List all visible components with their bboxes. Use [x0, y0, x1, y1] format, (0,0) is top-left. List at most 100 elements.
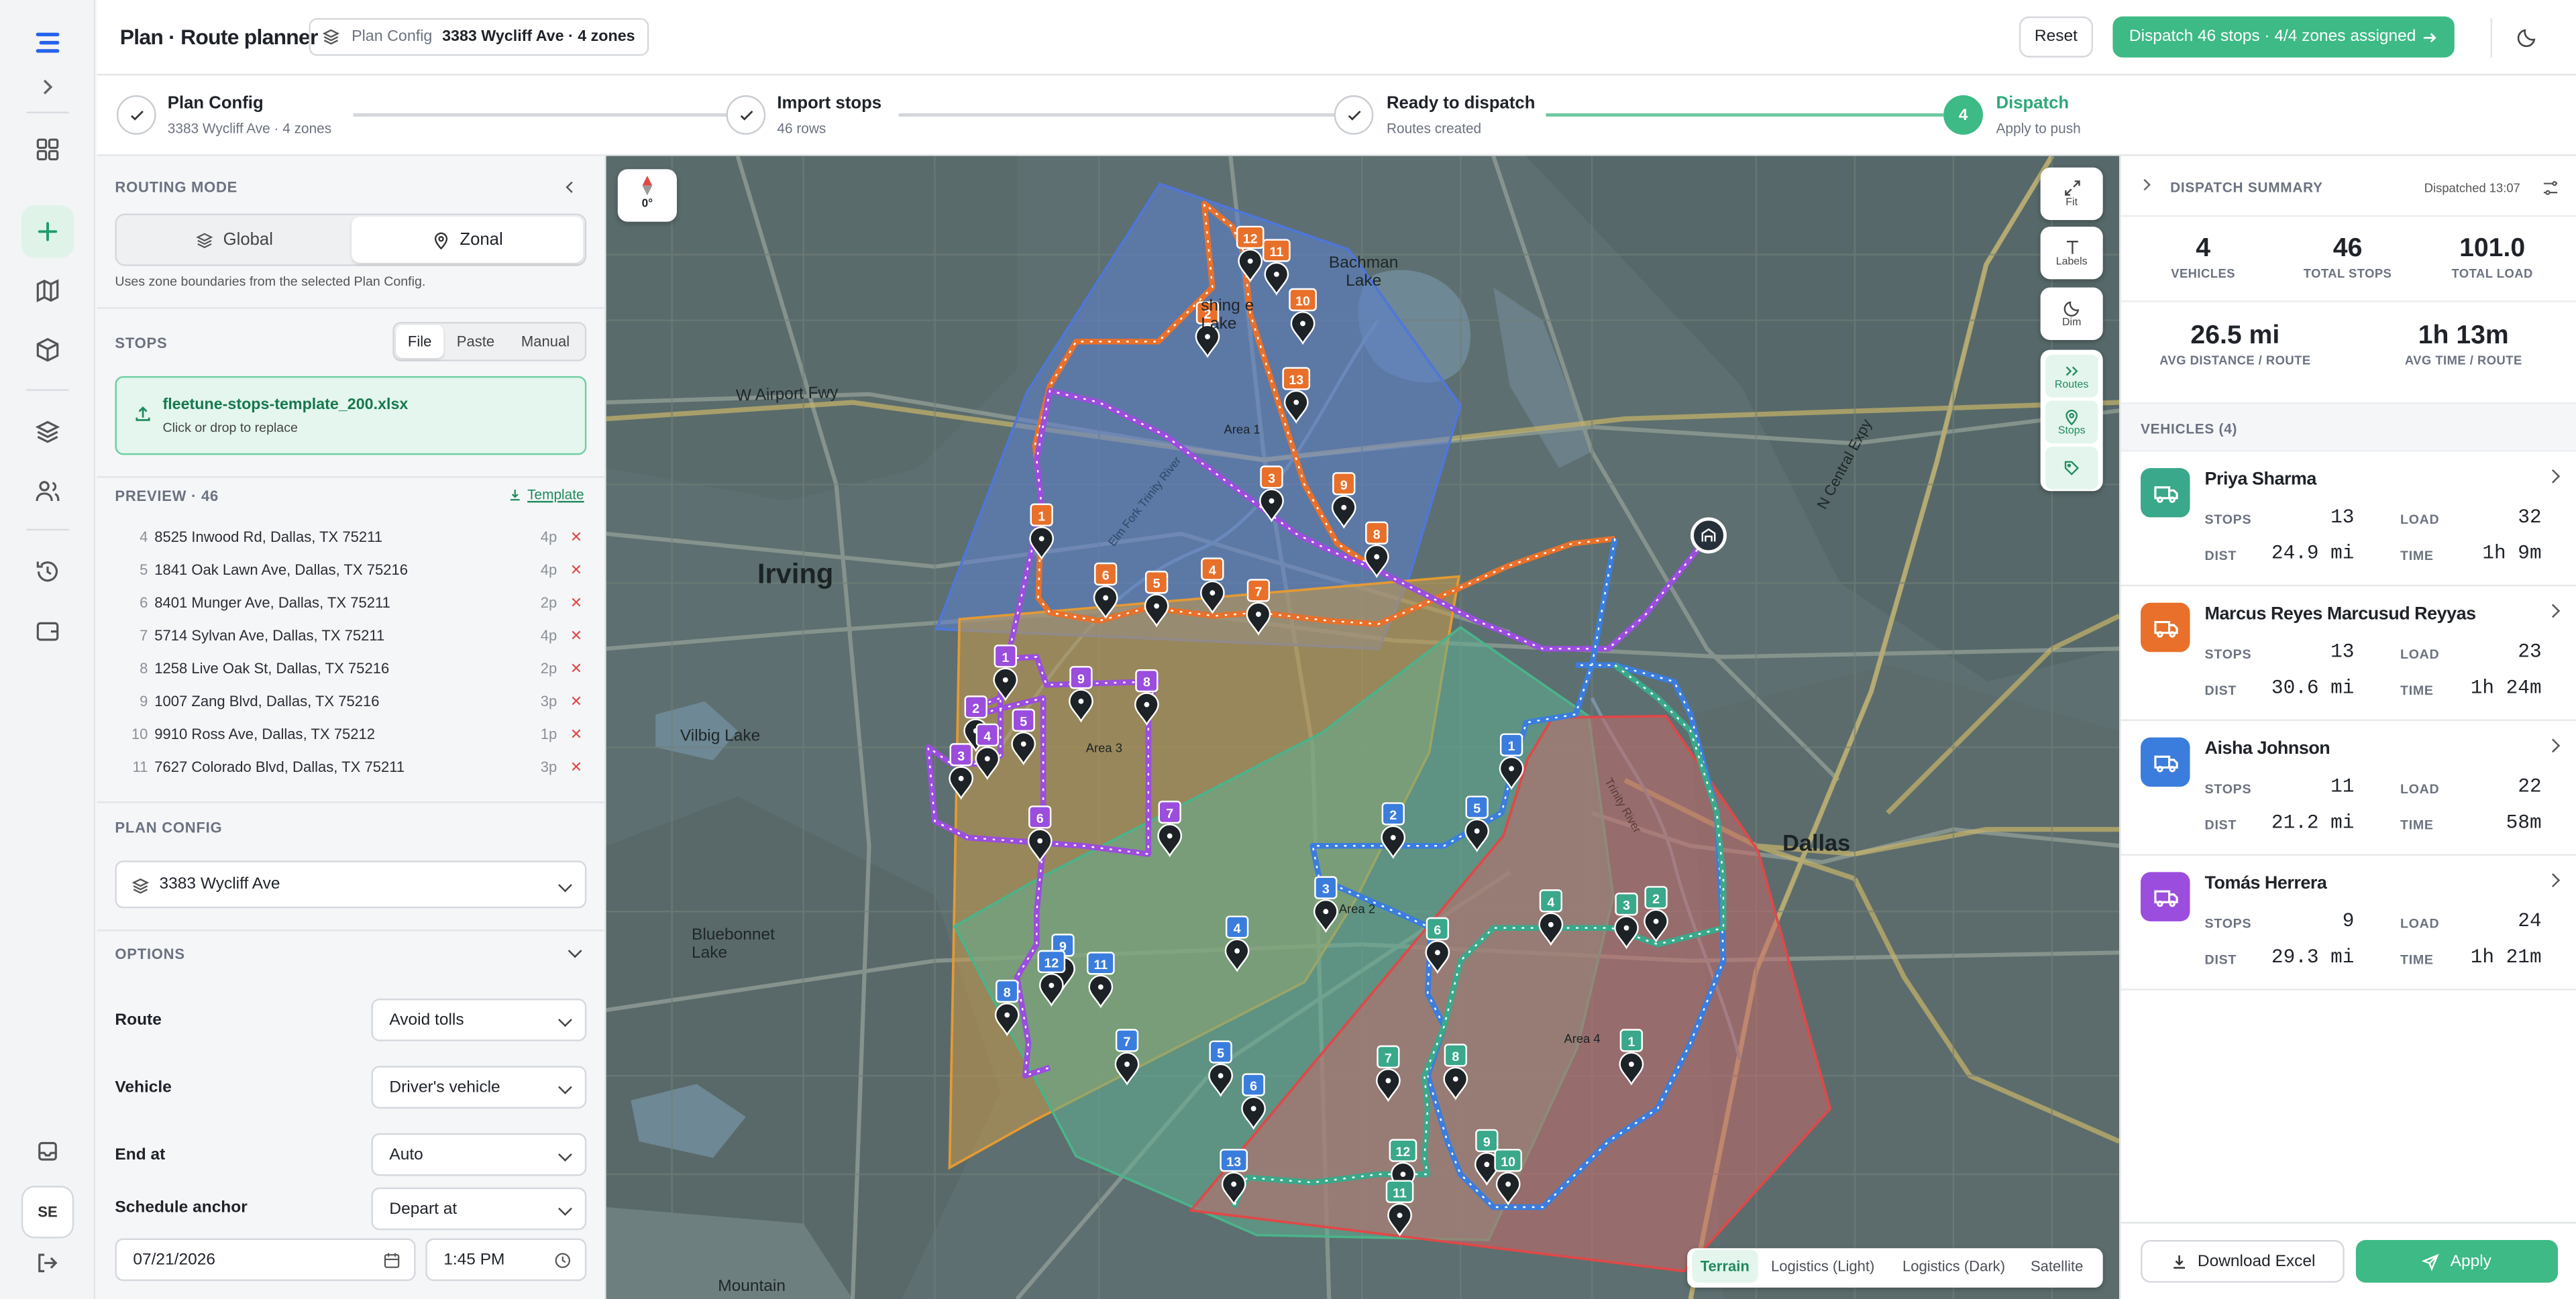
expand-icon: [2063, 180, 2080, 196]
dispatch-button[interactable]: Dispatch 46 stops · 4/4 zones assigned: [2112, 16, 2455, 58]
svg-text:8: 8: [1452, 1050, 1459, 1064]
mode-zonal-option[interactable]: Zonal: [352, 217, 584, 263]
download-icon: [2173, 1254, 2185, 1268]
row-address: 5714 Sylvan Ave, Dallas, TX 75211: [154, 627, 385, 644]
stops-toggle[interactable]: Stops: [2045, 400, 2098, 444]
svg-text:3: 3: [957, 749, 965, 764]
date-input[interactable]: 07/21/2026: [115, 1238, 416, 1282]
vehicle-card[interactable]: Marcus Reyes Marcusud Reyyas STOPS 13 LOAD 2…: [2121, 586, 2576, 722]
remove-row-icon[interactable]: ✕: [570, 528, 586, 546]
dist-key: DIST: [2204, 817, 2237, 833]
download-excel-button[interactable]: Download Excel: [2141, 1239, 2345, 1283]
dashboard-icon[interactable]: [21, 123, 74, 176]
depot-marker[interactable]: [1690, 517, 1727, 554]
svg-text:1: 1: [1508, 739, 1515, 754]
route-map[interactable]: 12 11 10 2 13 3 9 8 1 6 5 4 7 1 9 8 2 4 5 3 6 7 1 2 5 3 4 9 11 8 7 5 6 13…: [606, 156, 2120, 1299]
end-at-select[interactable]: Auto: [371, 1133, 587, 1176]
place-mountain: Mountain: [718, 1278, 786, 1296]
truck-icon: [2141, 467, 2190, 518]
step-connector-active: [1546, 113, 1944, 117]
new-plan-plus-icon[interactable]: [21, 205, 74, 258]
vehicle-stops: 13: [2330, 640, 2355, 664]
time-input[interactable]: 1:45 PM: [425, 1238, 587, 1282]
plan-config-heading: PLAN CONFIG: [115, 820, 223, 836]
vehicle-distance: 24.9 mi: [2271, 542, 2355, 565]
svg-text:6: 6: [1036, 811, 1044, 826]
remove-row-icon[interactable]: ✕: [570, 594, 586, 612]
calendar-icon[interactable]: [383, 1251, 401, 1269]
svg-text:11: 11: [1393, 1186, 1407, 1200]
file-hint: Click or drop to replace: [162, 420, 298, 435]
plan-panel: ROUTING MODE Global Zonal Uses zone boun…: [97, 156, 606, 1299]
remove-row-icon[interactable]: ✕: [570, 758, 586, 776]
apply-button[interactable]: Apply: [2355, 1239, 2559, 1283]
chevron-right-icon[interactable]: [2546, 604, 2561, 618]
mode-global-option[interactable]: Global: [118, 217, 350, 263]
fit-button[interactable]: Fit: [2040, 167, 2103, 221]
vehicle-card[interactable]: Tomás Herrera STOPS 9 LOAD 24 DIST 29.3 mi TIME…: [2121, 856, 2576, 991]
tab-paste[interactable]: Paste: [447, 325, 504, 358]
schedule-anchor-select[interactable]: Depart at: [371, 1187, 587, 1231]
plan-config-chip[interactable]: Plan Config 3383 Wycliff Ave · 4 zones: [309, 17, 649, 56]
place-vilbig-lake: Vilbig Lake: [680, 727, 761, 746]
vehicle-select[interactable]: Driver's vehicle: [371, 1066, 587, 1109]
time-key: TIME: [2400, 683, 2434, 698]
history-icon[interactable]: [21, 545, 74, 598]
vehicle-time: 1h 9m: [2482, 542, 2542, 565]
clock-icon[interactable]: [553, 1251, 572, 1269]
row-people: 2p: [540, 660, 557, 677]
row-people: 3p: [540, 758, 557, 775]
zones-toggle[interactable]: [2045, 447, 2098, 490]
plan-config-select[interactable]: 3383 Wycliff Ave: [115, 860, 587, 909]
vehicle-card[interactable]: Aisha Johnson STOPS 11 LOAD 22 DIST 21.2 mi TIM…: [2121, 721, 2576, 856]
map-icon[interactable]: [21, 264, 74, 317]
options-chevron-icon[interactable]: [568, 944, 582, 958]
remove-row-icon[interactable]: ✕: [570, 659, 586, 677]
dim-button[interactable]: Dim: [2040, 287, 2103, 340]
reset-button[interactable]: Reset: [2019, 16, 2094, 58]
chevron-right-icon[interactable]: [2546, 873, 2561, 888]
collapse-panel-icon[interactable]: [562, 179, 578, 195]
row-people: 4p: [540, 627, 557, 644]
moon-icon[interactable]: [2517, 26, 2538, 48]
inbox-icon[interactable]: [21, 1125, 74, 1178]
chevron-right-icon[interactable]: [2546, 738, 2561, 753]
map-canvas[interactable]: 1211102133 981654719 824536 712 534911875613…: [606, 156, 2120, 1299]
layers-icon[interactable]: [21, 406, 74, 458]
settings-sliders-icon[interactable]: [2542, 179, 2560, 197]
logout-icon[interactable]: [21, 1237, 74, 1289]
page-title: Plan · Route planner: [119, 24, 319, 50]
wallet-icon[interactable]: [21, 604, 74, 657]
collapse-chevron-icon[interactable]: [2139, 178, 2151, 191]
svg-text:5: 5: [1473, 801, 1481, 816]
route-select[interactable]: Avoid tolls: [371, 998, 587, 1041]
file-dropzone[interactable]: fleetune-stops-template_200.xlsx Click o…: [115, 376, 587, 455]
step-1-sub: 3383 Wycliff Ave · 4 zones: [167, 119, 332, 137]
row-number: 8: [140, 660, 148, 677]
download-icon: [510, 488, 520, 500]
vehicle-card[interactable]: Priya Sharma STOPS 13 LOAD 32 DIST 24.9 mi TIME…: [2121, 451, 2576, 587]
basemap-logistics-light[interactable]: Logistics (Light): [1763, 1250, 1883, 1283]
basemap-satellite[interactable]: Satellite: [2023, 1250, 2092, 1283]
end-at-value: Auto: [389, 1145, 423, 1164]
svg-text:7: 7: [1166, 807, 1173, 822]
basemap-logistics-dark[interactable]: Logistics (Dark): [1894, 1250, 2014, 1283]
tab-manual[interactable]: Manual: [509, 325, 582, 358]
users-icon[interactable]: [21, 465, 74, 517]
basemap-terrain[interactable]: Terrain: [1692, 1249, 1758, 1283]
package-icon[interactable]: [21, 323, 74, 376]
vehicle-load: 23: [2518, 640, 2542, 664]
remove-row-icon[interactable]: ✕: [570, 626, 586, 644]
remove-row-icon[interactable]: ✕: [570, 561, 586, 579]
tab-file[interactable]: File: [396, 325, 444, 358]
compass-control[interactable]: 0°: [617, 169, 677, 222]
user-avatar[interactable]: SE: [21, 1186, 74, 1239]
chevron-right-icon[interactable]: [2546, 469, 2561, 484]
expand-chevron-icon[interactable]: [21, 61, 74, 113]
remove-row-icon[interactable]: ✕: [570, 725, 586, 743]
remove-row-icon[interactable]: ✕: [570, 692, 586, 710]
labels-button[interactable]: Labels: [2040, 226, 2103, 280]
svg-text:1: 1: [1002, 651, 1009, 665]
template-link[interactable]: Template: [508, 486, 584, 502]
routes-toggle[interactable]: Routes: [2045, 354, 2098, 398]
